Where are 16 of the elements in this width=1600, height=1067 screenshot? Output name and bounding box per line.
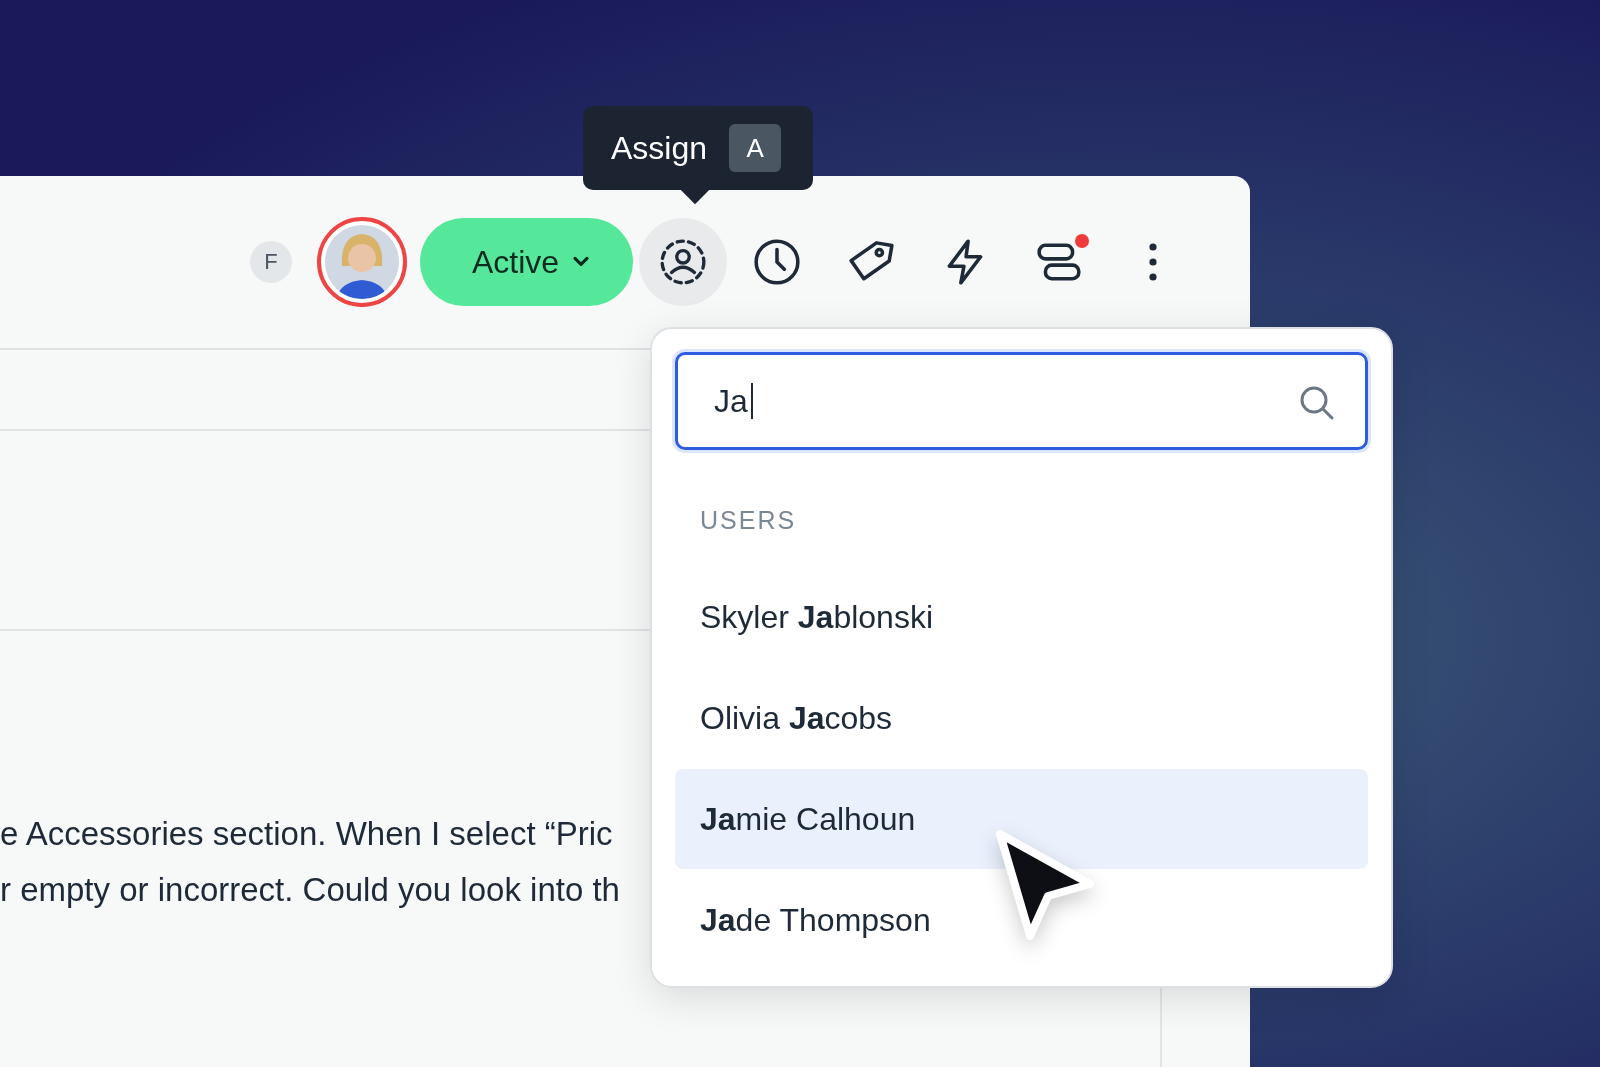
section-heading: USERS	[700, 506, 798, 536]
user-option[interactable]: Jamie Calhoun	[675, 769, 1368, 869]
status-dropdown[interactable]: Active	[420, 218, 634, 306]
notification-dot	[1075, 234, 1090, 248]
user-avatar[interactable]: F	[250, 241, 292, 283]
message-text: r empty or incorrect. Could you look into th	[0, 870, 620, 910]
user-option[interactable]: Skyler Jablonski	[675, 567, 1368, 667]
more-icon	[1148, 241, 1159, 283]
message-text: e Accessories section. When I select “Pric	[0, 814, 614, 854]
search-field[interactable]: Ja	[675, 352, 1368, 450]
tooltip-label: Assign	[611, 129, 708, 167]
shortcut-key: A	[729, 124, 782, 172]
user-option[interactable]: Olivia Jacobs	[675, 668, 1368, 768]
clock-icon	[752, 237, 803, 287]
user-option[interactable]: Jade Thompson	[675, 870, 1368, 970]
user-avatar[interactable]	[316, 216, 408, 308]
